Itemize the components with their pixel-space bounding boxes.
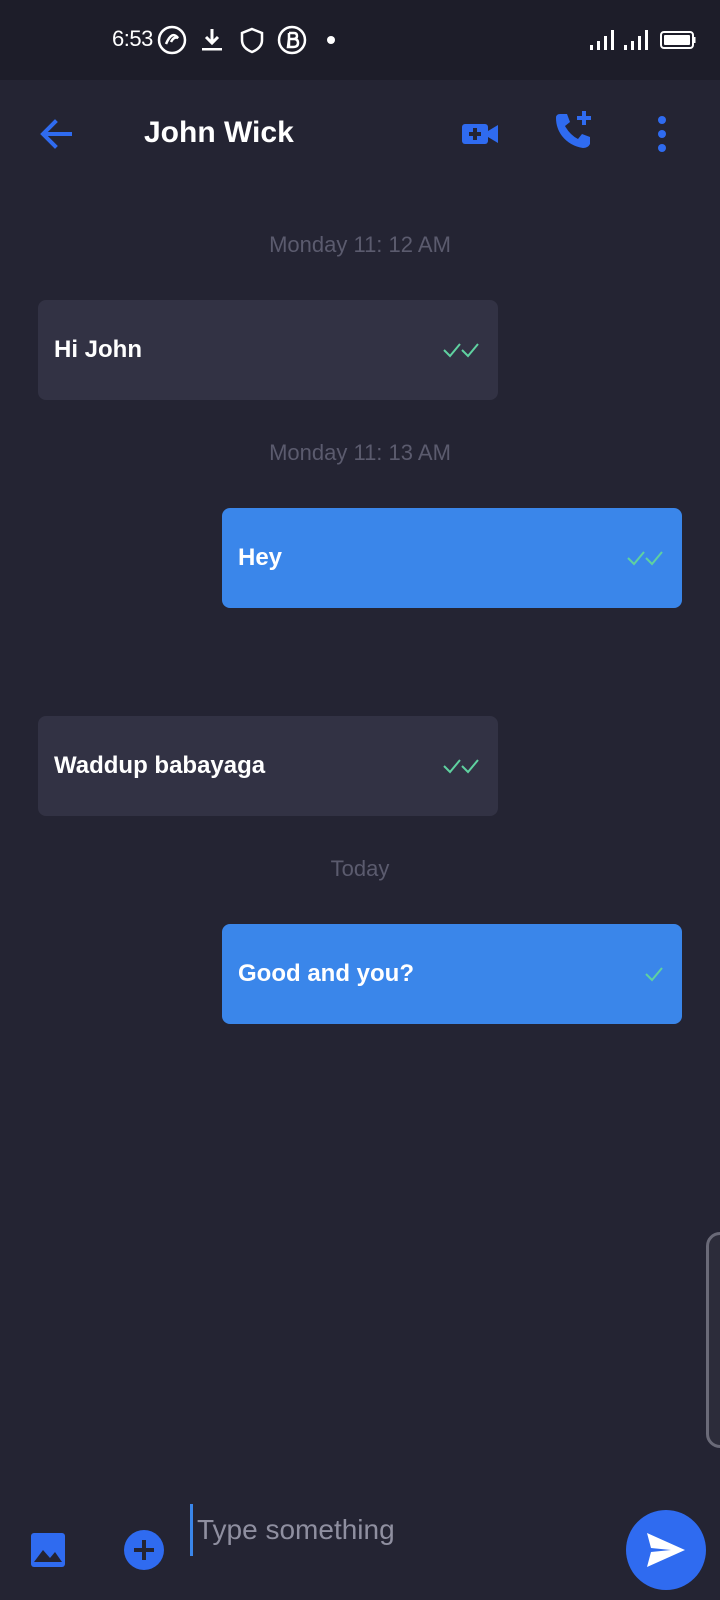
single-check-icon <box>644 964 666 984</box>
arrow-left-icon <box>40 119 72 149</box>
more-options-button[interactable] <box>642 104 682 164</box>
more-vert-icon <box>658 116 666 152</box>
gallery-button[interactable] <box>18 1520 78 1580</box>
message-bubble-outgoing[interactable]: Good and you? <box>222 924 682 1024</box>
video-add-icon <box>462 124 498 144</box>
message-text: Good and you? <box>238 960 414 987</box>
download-icon <box>196 24 228 56</box>
attach-button[interactable] <box>114 1520 174 1580</box>
chat-header: John Wick <box>0 80 720 190</box>
message-text: Hi John <box>54 336 142 363</box>
double-check-icon <box>442 340 482 360</box>
status-time: 6:53 <box>112 26 153 51</box>
contact-name: John Wick <box>144 116 294 149</box>
edge-scroll-handle[interactable] <box>706 1232 720 1448</box>
message-timestamp: Monday 11: 13 AM <box>269 440 451 465</box>
status-bar: 6:53 <box>0 0 720 80</box>
message-timestamp: Monday 11: 12 AM <box>269 232 451 257</box>
signal-icon-2 <box>622 24 654 56</box>
double-check-icon <box>442 756 482 776</box>
notification-dot-icon <box>318 24 350 56</box>
message-text: Waddup babayaga <box>54 752 266 779</box>
add-call-button[interactable] <box>544 100 604 160</box>
message-bubble-incoming[interactable]: Hi John <box>38 300 498 400</box>
b-app-icon <box>276 24 308 56</box>
send-icon <box>647 1533 685 1567</box>
signal-icon-1 <box>588 24 620 56</box>
message-timestamp: Today <box>330 856 390 881</box>
send-button[interactable] <box>626 1510 706 1590</box>
video-call-button[interactable] <box>450 104 510 164</box>
double-check-icon <box>626 548 666 568</box>
shield-icon <box>236 24 268 56</box>
message-bubble-incoming[interactable]: Waddup babayaga <box>38 716 498 816</box>
app-notification-icon <box>156 24 188 56</box>
phone-add-icon <box>556 111 591 148</box>
add-circle-icon <box>124 1530 164 1570</box>
message-input[interactable] <box>190 1504 610 1556</box>
back-button[interactable] <box>26 104 86 164</box>
image-icon <box>31 1533 65 1567</box>
message-bubble-outgoing[interactable]: Hey <box>222 508 682 608</box>
battery-icon <box>658 24 698 56</box>
message-text: Hey <box>238 544 283 571</box>
